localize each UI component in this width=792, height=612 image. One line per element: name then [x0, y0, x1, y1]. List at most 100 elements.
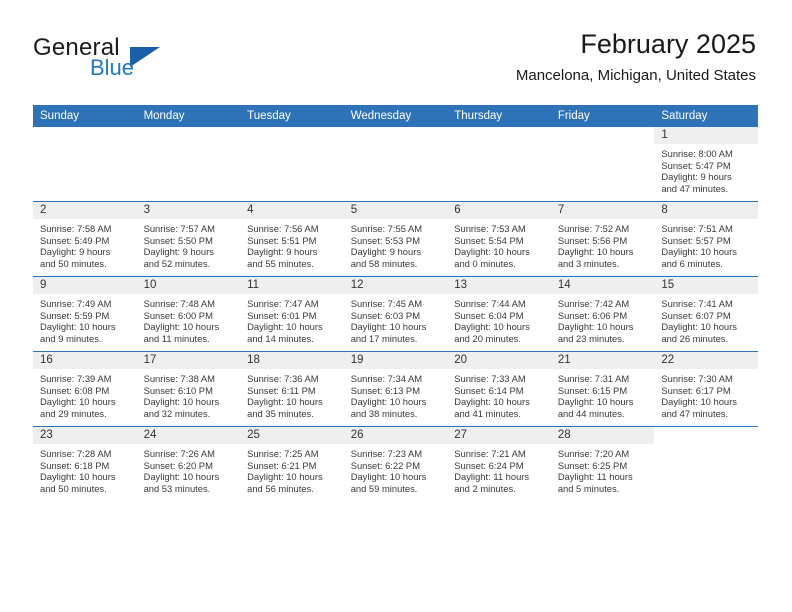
- calendar-header-row: Sunday Monday Tuesday Wednesday Thursday Frid…: [33, 105, 758, 127]
- day-cell-inner: 25 Sunrise: 7:25 AM Sunset: 6:21 PM Dayligh…: [240, 427, 344, 501]
- daylight-text-line1: Daylight: 10 hours: [40, 471, 116, 483]
- daylight-text-line1: Daylight: 10 hours: [350, 396, 427, 408]
- day-number: 23: [33, 427, 137, 444]
- daylight-text-line1: Daylight: 10 hours: [350, 471, 427, 483]
- day-number: 14: [550, 277, 655, 294]
- sunset-text: Sunset: 5:47 PM: [661, 159, 731, 171]
- daylight-text-line1: Daylight: 10 hours: [143, 321, 220, 333]
- sunset-text: Sunset: 5:57 PM: [661, 234, 731, 246]
- day-number: 24: [136, 427, 241, 444]
- sunset-text: Sunset: 6:11 PM: [247, 384, 316, 396]
- sunset-text: Sunset: 6:22 PM: [350, 459, 420, 471]
- day-cell-inner: 23 Sunrise: 7:28 AM Sunset: 6:18 PM Dayligh…: [33, 427, 137, 501]
- daylight-text-line2: and 55 minutes.: [247, 257, 314, 269]
- day-cell[interactable]: 22 Sunrise: 7:30 AM Sunset: 6:17 PM Dayligh…: [654, 351, 758, 427]
- general-blue-logo[interactable]: General Blue: [33, 34, 263, 84]
- day-sun-info: Sunrise: 7:58 AM Sunset: 5:49 PM Daylight:…: [33, 219, 137, 269]
- weekday-header-saturday: Saturday: [654, 105, 758, 127]
- day-cell-inner: 21 Sunrise: 7:31 AM Sunset: 6:15 PM Dayligh…: [550, 352, 655, 426]
- day-cell[interactable]: 14 Sunrise: 7:42 AM Sunset: 6:06 PM Dayligh…: [550, 276, 655, 352]
- day-cell-inner: [551, 127, 655, 201]
- day-cell[interactable]: 8 Sunrise: 7:51 AM Sunset: 5:57 PM Daylight…: [654, 201, 758, 277]
- day-cell[interactable]: 9 Sunrise: 7:49 AM Sunset: 5:59 PM Daylight…: [33, 276, 137, 352]
- day-number: 4: [240, 202, 344, 219]
- daylight-text-line2: and 50 minutes.: [40, 482, 107, 494]
- sunrise-text: Sunrise: 7:34 AM: [350, 373, 423, 384]
- day-cell[interactable]: 4 Sunrise: 7:56 AM Sunset: 5:51 PM Daylight…: [240, 201, 344, 277]
- sunset-text: Sunset: 6:21 PM: [247, 459, 317, 471]
- day-cell[interactable]: 17 Sunrise: 7:38 AM Sunset: 6:10 PM Dayligh…: [136, 351, 241, 427]
- day-number: [551, 127, 655, 144]
- day-cell[interactable]: 25 Sunrise: 7:25 AM Sunset: 6:21 PM Dayligh…: [240, 426, 344, 501]
- sunrise-text: Sunrise: 7:53 AM: [454, 223, 526, 234]
- day-cell-inner: 2 Sunrise: 7:58 AM Sunset: 5:49 PM Daylight…: [33, 202, 137, 276]
- weekday-header-thursday: Thursday: [447, 105, 551, 127]
- day-number: 17: [136, 352, 241, 369]
- day-cell[interactable]: 3 Sunrise: 7:57 AM Sunset: 5:50 PM Daylight…: [136, 201, 241, 277]
- calendar-week-row: 9 Sunrise: 7:49 AM Sunset: 5:59 PM Daylight…: [33, 276, 758, 352]
- sunset-text: Sunset: 5:50 PM: [143, 234, 213, 246]
- day-cell[interactable]: 2 Sunrise: 7:58 AM Sunset: 5:49 PM Daylight…: [33, 201, 137, 277]
- sunset-text: Sunset: 5:51 PM: [247, 234, 317, 246]
- sunrise-text: Sunrise: 7:52 AM: [557, 223, 630, 234]
- sunset-text: Sunset: 6:24 PM: [454, 459, 524, 471]
- sunrise-text: Sunrise: 7:20 AM: [557, 448, 630, 459]
- day-cell[interactable]: 5 Sunrise: 7:55 AM Sunset: 5:53 PM Daylight…: [343, 201, 448, 277]
- daylight-text-line1: Daylight: 10 hours: [40, 321, 116, 333]
- day-sun-info: Sunrise: 7:45 AM Sunset: 6:03 PM Daylight:…: [344, 294, 448, 344]
- weekday-header-tuesday: Tuesday: [240, 105, 344, 127]
- daylight-text-line1: Daylight: 9 hours: [350, 246, 422, 258]
- day-cell[interactable]: 18 Sunrise: 7:36 AM Sunset: 6:11 PM Dayligh…: [240, 351, 344, 427]
- day-cell[interactable]: 10 Sunrise: 7:48 AM Sunset: 6:00 PM Dayligh…: [136, 276, 241, 352]
- day-cell-inner: 11 Sunrise: 7:47 AM Sunset: 6:01 PM Dayligh…: [240, 277, 344, 351]
- daylight-text-line1: Daylight: 10 hours: [40, 396, 116, 408]
- calendar-week-row: 16 Sunrise: 7:39 AM Sunset: 6:08 PM Dayligh…: [33, 351, 758, 427]
- day-number: [33, 127, 137, 144]
- sunset-text: Sunset: 6:14 PM: [454, 384, 524, 396]
- sunrise-text: Sunrise: 7:28 AM: [40, 448, 112, 459]
- day-cell[interactable]: 13 Sunrise: 7:44 AM Sunset: 6:04 PM Dayligh…: [447, 276, 551, 352]
- daylight-text-line2: and 23 minutes.: [557, 332, 625, 344]
- day-cell-inner: [447, 127, 551, 201]
- day-cell[interactable]: 1 Sunrise: 8:00 AM Sunset: 5:47 PM Daylight…: [654, 127, 758, 202]
- day-sun-info: Sunrise: 7:52 AM Sunset: 5:56 PM Daylight:…: [551, 219, 655, 269]
- day-sun-info: Sunrise: 7:38 AM Sunset: 6:10 PM Daylight:…: [137, 369, 241, 419]
- day-sun-info: Sunrise: 7:31 AM Sunset: 6:15 PM Daylight:…: [551, 369, 655, 419]
- day-cell[interactable]: 27 Sunrise: 7:21 AM Sunset: 6:24 PM Dayligh…: [447, 426, 551, 501]
- day-cell[interactable]: 21 Sunrise: 7:31 AM Sunset: 6:15 PM Dayligh…: [550, 351, 655, 427]
- sunset-text: Sunset: 6:03 PM: [350, 309, 420, 321]
- day-cell[interactable]: 23 Sunrise: 7:28 AM Sunset: 6:18 PM Dayligh…: [33, 426, 137, 501]
- sunrise-text: Sunrise: 7:51 AM: [661, 223, 733, 234]
- sunset-text: Sunset: 5:49 PM: [40, 234, 110, 246]
- day-cell[interactable]: 11 Sunrise: 7:47 AM Sunset: 6:01 PM Dayligh…: [240, 276, 344, 352]
- day-cell[interactable]: 16 Sunrise: 7:39 AM Sunset: 6:08 PM Dayligh…: [33, 351, 137, 427]
- sunrise-text: Sunrise: 7:21 AM: [454, 448, 526, 459]
- day-cell[interactable]: 6 Sunrise: 7:53 AM Sunset: 5:54 PM Daylight…: [447, 201, 551, 277]
- day-number: 2: [33, 202, 137, 219]
- day-sun-info: Sunrise: 7:25 AM Sunset: 6:21 PM Daylight:…: [240, 444, 344, 494]
- day-cell-inner: 19 Sunrise: 7:34 AM Sunset: 6:13 PM Dayligh…: [343, 352, 448, 426]
- day-number: [447, 127, 551, 144]
- daylight-text-line2: and 11 minutes.: [143, 332, 210, 344]
- day-number: 18: [240, 352, 344, 369]
- daylight-text-line1: Daylight: 10 hours: [454, 321, 530, 333]
- day-cell[interactable]: 28 Sunrise: 7:20 AM Sunset: 6:25 PM Dayligh…: [550, 426, 655, 501]
- daylight-text-line1: Daylight: 10 hours: [661, 246, 737, 258]
- weekday-header-monday: Monday: [136, 105, 241, 127]
- day-cell-inner: 12 Sunrise: 7:45 AM Sunset: 6:03 PM Dayligh…: [343, 277, 448, 351]
- day-cell[interactable]: 7 Sunrise: 7:52 AM Sunset: 5:56 PM Daylight…: [550, 201, 655, 277]
- day-number: 9: [33, 277, 137, 294]
- daylight-text-line2: and 38 minutes.: [350, 407, 418, 419]
- day-cell[interactable]: 19 Sunrise: 7:34 AM Sunset: 6:13 PM Dayligh…: [343, 351, 448, 427]
- day-cell[interactable]: 20 Sunrise: 7:33 AM Sunset: 6:14 PM Dayligh…: [447, 351, 551, 427]
- day-cell[interactable]: 12 Sunrise: 7:45 AM Sunset: 6:03 PM Dayligh…: [343, 276, 448, 352]
- daylight-text-line2: and 5 minutes.: [557, 482, 620, 494]
- day-cell[interactable]: 15 Sunrise: 7:41 AM Sunset: 6:07 PM Dayligh…: [654, 276, 758, 352]
- daylight-text-line1: Daylight: 9 hours: [40, 246, 111, 258]
- day-cell[interactable]: 24 Sunrise: 7:26 AM Sunset: 6:20 PM Dayligh…: [136, 426, 241, 501]
- day-cell[interactable]: 26 Sunrise: 7:23 AM Sunset: 6:22 PM Dayligh…: [343, 426, 448, 501]
- day-cell-empty: [137, 127, 241, 202]
- masthead: General Blue February 2025 Mancelona, Mi…: [0, 0, 792, 100]
- day-cell-inner: 22 Sunrise: 7:30 AM Sunset: 6:17 PM Dayligh…: [654, 352, 758, 426]
- sunrise-text: Sunrise: 7:57 AM: [143, 223, 215, 234]
